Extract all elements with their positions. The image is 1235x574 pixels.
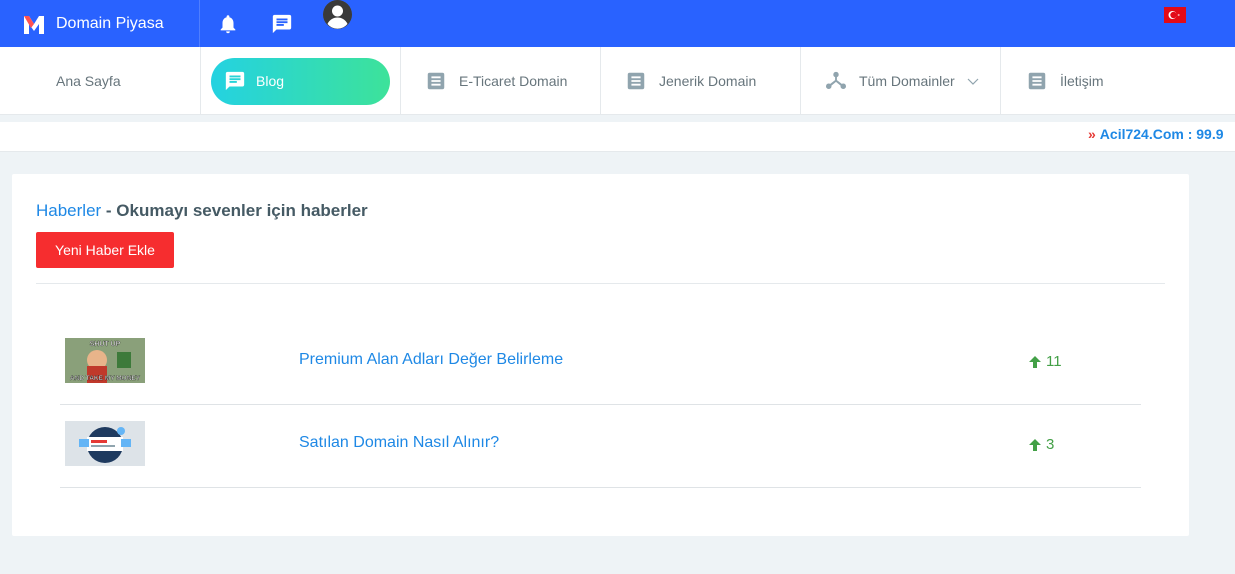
- news-row: Satılan Domain Nasıl Alınır? 3: [60, 405, 1141, 488]
- ticker-link[interactable]: » Acil724.Com : 99.9: [1088, 126, 1224, 142]
- thumb-caption-top: SHUT UP: [90, 341, 121, 348]
- thumb-caption-bottom: AND TAKE MY MONEY: [70, 375, 141, 382]
- nav-item-iletisim[interactable]: İletişim: [1001, 47, 1235, 115]
- ticker-text: Acil724.Com : 99.9: [1099, 126, 1224, 142]
- nav-item-tum-domainler[interactable]: Tüm Domainler: [801, 47, 1001, 115]
- document-icon: [1028, 72, 1046, 90]
- news-row: SHUT UP AND TAKE MY MONEY Premium Alan A…: [60, 322, 1141, 405]
- nav-item-eticaret[interactable]: E-Ticaret Domain: [401, 47, 601, 115]
- user-avatar-icon[interactable]: [323, 0, 352, 29]
- arrow-up-icon: [1029, 355, 1041, 368]
- news-thumbnail[interactable]: SHUT UP AND TAKE MY MONEY: [65, 338, 145, 383]
- nav-item-label: İletişim: [1060, 73, 1104, 89]
- score-value: 3: [1046, 436, 1055, 453]
- nav-item-jenerik[interactable]: Jenerik Domain: [601, 47, 801, 115]
- nav-item-label: Blog: [256, 73, 285, 89]
- nav-item-label: E-Ticaret Domain: [459, 73, 568, 89]
- divider: [36, 283, 1165, 284]
- document-icon: [627, 72, 645, 90]
- news-title-link[interactable]: Premium Alan Adları Değer Belirleme: [299, 351, 563, 369]
- score-value: 11: [1046, 353, 1062, 370]
- message-icon[interactable]: [270, 12, 294, 36]
- nav-item-label: Jenerik Domain: [659, 73, 757, 89]
- main-nav: Ana Sayfa Blog E-Ticaret Domain Jenerik …: [0, 47, 1235, 115]
- message-icon: [225, 71, 245, 91]
- top-bar: Domain Piyasa: [0, 0, 1235, 47]
- brand-name: Domain Piyasa: [56, 14, 164, 32]
- news-thumbnail[interactable]: [65, 421, 145, 466]
- card-title-accent: Haberler: [36, 201, 102, 220]
- double-chevron-right-icon: »: [1088, 126, 1096, 142]
- bell-icon[interactable]: [216, 12, 240, 36]
- news-ticker: » Acil724.Com : 99.9: [0, 122, 1235, 152]
- document-icon: [427, 72, 445, 90]
- add-news-button[interactable]: Yeni Haber Ekle: [36, 232, 174, 268]
- nav-item-home[interactable]: Ana Sayfa: [0, 47, 201, 115]
- card-title: Haberler - Okumayı sevenler için haberle…: [36, 201, 368, 221]
- news-card: Haberler - Okumayı sevenler için haberle…: [12, 174, 1189, 536]
- nav-item-label: Tüm Domainler: [859, 73, 955, 89]
- blog-active-pill[interactable]: Blog: [211, 57, 390, 105]
- turkey-flag-icon[interactable]: [1164, 7, 1186, 23]
- brand-logo-icon: [24, 15, 44, 34]
- arrow-up-icon: [1029, 438, 1041, 451]
- news-title-link[interactable]: Satılan Domain Nasıl Alınır?: [299, 434, 499, 452]
- news-score: 3: [1028, 436, 1054, 453]
- nav-item-blog[interactable]: Blog: [201, 47, 401, 115]
- network-icon: [825, 71, 847, 90]
- nav-item-label: Ana Sayfa: [56, 73, 121, 89]
- brand[interactable]: Domain Piyasa: [0, 0, 200, 47]
- card-title-rest: - Okumayı sevenler için haberler: [101, 201, 368, 220]
- chevron-down-icon: [967, 78, 979, 85]
- news-score: 11: [1028, 353, 1062, 370]
